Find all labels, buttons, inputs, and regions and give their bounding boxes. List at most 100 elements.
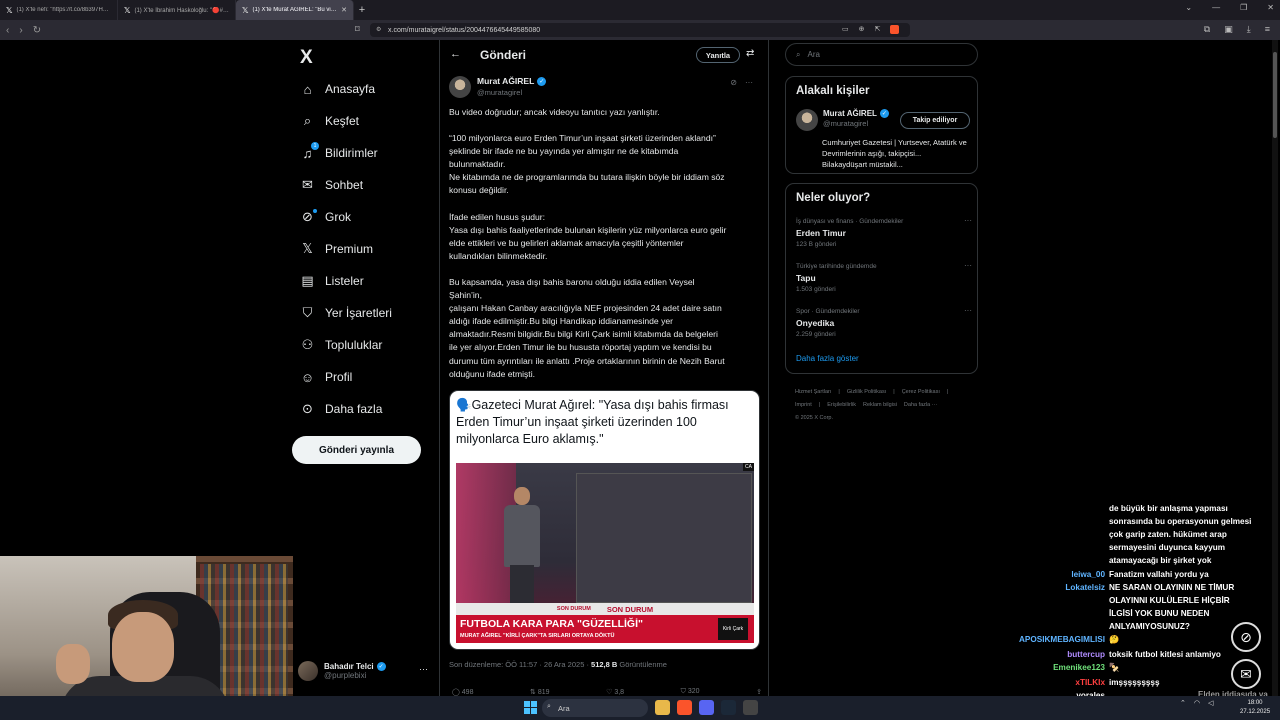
reply-action[interactable]: ◯ 498 <box>452 688 473 696</box>
tweet-timestamp[interactable]: Son düzenleme: ÖÖ 11:57 · 26 Ara 2025 · <box>449 660 591 669</box>
bookmark-icon: ⛉ <box>680 688 688 695</box>
browser-tab-1[interactable]: 𝕏 (1) X'te nefi: "https://t.co/8b397Hki2… <box>0 0 118 20</box>
footer-link[interactable]: Hizmet Şartları <box>795 389 831 395</box>
show-more-link[interactable]: Daha fazla göster <box>796 354 859 363</box>
filter-icon[interactable]: ⇄ <box>746 48 754 59</box>
downloads-icon[interactable]: ⤓ <box>1247 24 1251 35</box>
retweet-action[interactable]: ⇅ 819 <box>530 688 550 696</box>
reader-icon[interactable]: ▭ <box>842 25 849 34</box>
more-icon[interactable]: ··· <box>964 216 972 225</box>
sidebar-item-home[interactable]: ⌂ Anasayfa <box>300 80 375 98</box>
account-more-icon[interactable]: ··· <box>419 664 428 674</box>
sidebar-item-communities[interactable]: ⚇ Topluluklar <box>300 336 383 354</box>
account-text: Bahadır Telci ✓ @purplebixi <box>324 662 386 680</box>
volume-icon[interactable]: ◁ <box>1208 699 1213 707</box>
post-button[interactable]: Gönderi yayınla <box>292 436 421 464</box>
footer-link[interactable]: Erişilebilirlik <box>827 402 856 408</box>
sidebar-item-label: Listeler <box>325 274 364 288</box>
discord-icon[interactable] <box>699 700 714 715</box>
network-icon[interactable]: ◠ <box>1194 699 1200 707</box>
search-icon: ⌕ <box>303 113 312 128</box>
taskbar-clock[interactable]: 18:00 27.12.2025 <box>1240 699 1270 717</box>
browser-tab-2[interactable]: 𝕏 (1) X'te İbrahim Haskoloğlu: "🔴#SO <box>118 0 236 20</box>
sidebar-item-chat[interactable]: ✉ Sohbet <box>300 176 363 194</box>
trend-item[interactable]: İş dünyası ve finans · Gündemdekiler Erd… <box>796 216 972 248</box>
minimize-icon[interactable]: — <box>1212 3 1220 12</box>
following-button[interactable]: Takip ediliyor <box>900 112 970 129</box>
x-favicon-icon: 𝕏 <box>242 5 249 15</box>
more-icon[interactable]: ··· <box>964 261 972 270</box>
start-icon[interactable] <box>524 701 537 714</box>
zoom-icon[interactable]: ⊕ <box>859 25 865 34</box>
steam-icon[interactable] <box>721 700 736 715</box>
grok-icon: ⊘ <box>300 208 317 225</box>
sidebar-item-label: Grok <box>325 210 352 224</box>
browser-tab-active[interactable]: 𝕏 (1) X'te Murat AĞIREL: "Bu video d ✕ <box>236 0 354 20</box>
back-icon[interactable]: ‹ <box>6 25 9 36</box>
footer-link[interactable]: Reklam bilgisi <box>863 402 897 408</box>
site-info-icon[interactable]: ⚙ <box>376 26 381 33</box>
footer-link[interactable]: Daha fazla ··· <box>904 402 937 408</box>
streamer-hand <box>56 644 90 684</box>
wallet-icon[interactable]: ▣ <box>1224 24 1233 35</box>
trend-count: 2.259 gönderi <box>796 331 836 338</box>
bookmark-page-icon[interactable]: ⌑ <box>355 24 360 35</box>
maximize-icon[interactable]: ❐ <box>1240 3 1247 12</box>
sidebar-item-more[interactable]: ⊙ Daha fazla <box>300 400 382 418</box>
extensions-icon[interactable]: ⧉ <box>1204 24 1210 35</box>
reply-button[interactable]: Yanıtla <box>696 47 740 63</box>
like-action[interactable]: ♡ 3,8 <box>606 688 624 696</box>
new-tab-button[interactable]: + <box>354 4 370 16</box>
related-name: Murat AĞIREL <box>823 109 877 118</box>
file-explorer-icon[interactable] <box>655 700 670 715</box>
trend-item[interactable]: Spor · Gündemdekiler Onyedika 2.259 gönd… <box>796 306 972 338</box>
tab-list-icon[interactable]: ⌄ <box>1185 3 1192 12</box>
share-icon[interactable]: ⇱ <box>875 25 881 34</box>
bookmark-action[interactable]: ⛉ 320 <box>681 688 700 696</box>
account-name: Bahadır Telci <box>324 662 374 671</box>
grok-float-button[interactable]: ⊘ <box>1231 622 1261 652</box>
footer-sep: | <box>893 389 895 395</box>
sidebar-item-grok[interactable]: ⊘ Grok <box>300 208 351 226</box>
video-frame[interactable]: CA SON DURUM SON DURUM FUTBOLA KARA PARA… <box>456 463 754 643</box>
close-window-icon[interactable]: ✕ <box>1267 3 1274 12</box>
forward-icon[interactable]: › <box>19 25 22 36</box>
brave-shield-icon[interactable] <box>890 25 900 34</box>
more-icon[interactable]: ··· <box>745 78 753 87</box>
tray-chevron-icon[interactable]: ⌃ <box>1180 699 1186 707</box>
footer-link[interactable]: Imprint <box>795 402 812 408</box>
reload-icon[interactable]: ↻ <box>33 25 41 36</box>
retweet-count: 819 <box>537 689 550 696</box>
share-action[interactable]: ⇪ <box>756 688 762 696</box>
author-avatar[interactable] <box>449 76 471 98</box>
sidebar-item-profile[interactable]: ☺ Profil <box>300 368 352 386</box>
brave-browser-icon[interactable] <box>677 700 692 715</box>
close-tab-icon[interactable]: ✕ <box>341 6 347 14</box>
search-input[interactable]: ⌕ Ara <box>785 43 978 66</box>
sidebar-item-lists[interactable]: ▤ Listeler <box>300 272 364 290</box>
back-arrow-icon[interactable]: ← <box>450 48 461 60</box>
sidebar-item-bookmarks[interactable]: ⛉ Yer İşaretleri <box>300 304 392 322</box>
x-logo-icon[interactable]: X <box>300 47 313 69</box>
obs-icon[interactable] <box>743 700 758 715</box>
footer-link[interactable]: Çerez Politikası <box>902 389 940 395</box>
profile-icon: ☺ <box>300 369 315 385</box>
url-field[interactable]: ⚙ x.com/murataigrel/status/2004476645449… <box>370 23 910 37</box>
author-handle[interactable]: @muratagirel <box>477 88 546 97</box>
sidebar-item-notifications[interactable]: ♫ 1 Bildirimler <box>300 141 378 162</box>
author-name[interactable]: Murat AĞIREL <box>477 76 534 86</box>
sidebar-item-premium[interactable]: 𝕏 Premium <box>300 240 373 258</box>
tweet-header: Murat AĞIREL ✓ @muratagirel ⊘ ··· <box>449 76 761 100</box>
trend-item[interactable]: Türkiye tarihinde gündemde Tapu 1.503 gö… <box>796 261 972 293</box>
sidebar-item-explore[interactable]: ⌕ Keşfet <box>300 112 359 130</box>
account-switcher[interactable]: Bahadır Telci ✓ @purplebixi ··· <box>298 658 434 684</box>
more-icon[interactable]: ··· <box>964 306 972 315</box>
tweet-media[interactable]: 🗣️Gazeteci Murat Ağırel: "Yasa dışı bahi… <box>449 390 760 650</box>
grok-icon[interactable]: ⊘ <box>730 78 737 87</box>
scrollbar-thumb[interactable] <box>1273 52 1277 138</box>
menu-icon[interactable]: ≡ <box>1265 24 1270 35</box>
messages-float-button[interactable]: ✉ <box>1231 659 1261 689</box>
footer-link[interactable]: Gizlilik Politikası <box>847 389 886 395</box>
taskbar-search[interactable]: ⌕ Ara <box>542 699 648 717</box>
related-bio: Cumhuriyet Gazetesi | Yurtsever, Atatürk… <box>822 138 967 169</box>
